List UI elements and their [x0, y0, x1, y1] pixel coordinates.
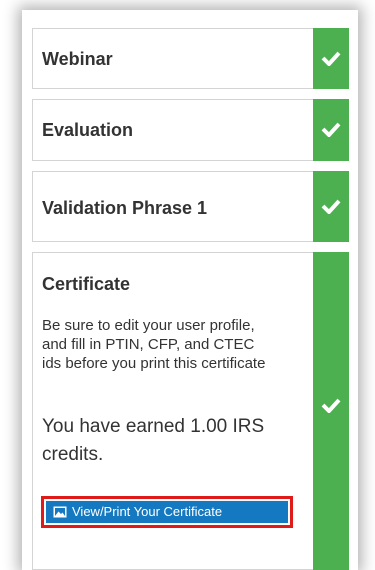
step-title: Validation Phrase 1 — [42, 198, 208, 218]
step-validation-phrase-1[interactable]: Validation Phrase 1 — [32, 171, 349, 242]
checkmark-icon — [321, 199, 341, 214]
step-certificate: Certificate Be sure to edit your user pr… — [32, 252, 349, 570]
step-title: Certificate — [42, 274, 131, 294]
step-title: Evaluation — [42, 120, 134, 140]
step-status-complete — [313, 171, 349, 242]
button-highlight-outline: View/Print Your Certificate — [41, 496, 293, 528]
certificate-instructions: Be sure to edit your user profile, and f… — [42, 317, 266, 372]
checkmark-icon — [321, 398, 341, 413]
checkmark-icon — [321, 122, 341, 137]
image-icon — [53, 506, 67, 518]
step-webinar[interactable]: Webinar — [32, 28, 349, 89]
course-progress-panel: Webinar Evaluation Validation Phrase 1 C… — [22, 10, 358, 570]
credits-earned-text: You have earned 1.00 IRS credits. — [42, 416, 265, 465]
button-label: View/Print Your Certificate — [72, 504, 223, 519]
step-evaluation[interactable]: Evaluation — [32, 99, 349, 161]
checkmark-icon — [321, 51, 341, 66]
step-status-complete — [313, 28, 349, 89]
step-title: Webinar — [42, 49, 113, 69]
step-status-complete — [313, 99, 349, 161]
step-status-complete — [313, 252, 349, 570]
view-print-certificate-button[interactable]: View/Print Your Certificate — [46, 501, 288, 523]
